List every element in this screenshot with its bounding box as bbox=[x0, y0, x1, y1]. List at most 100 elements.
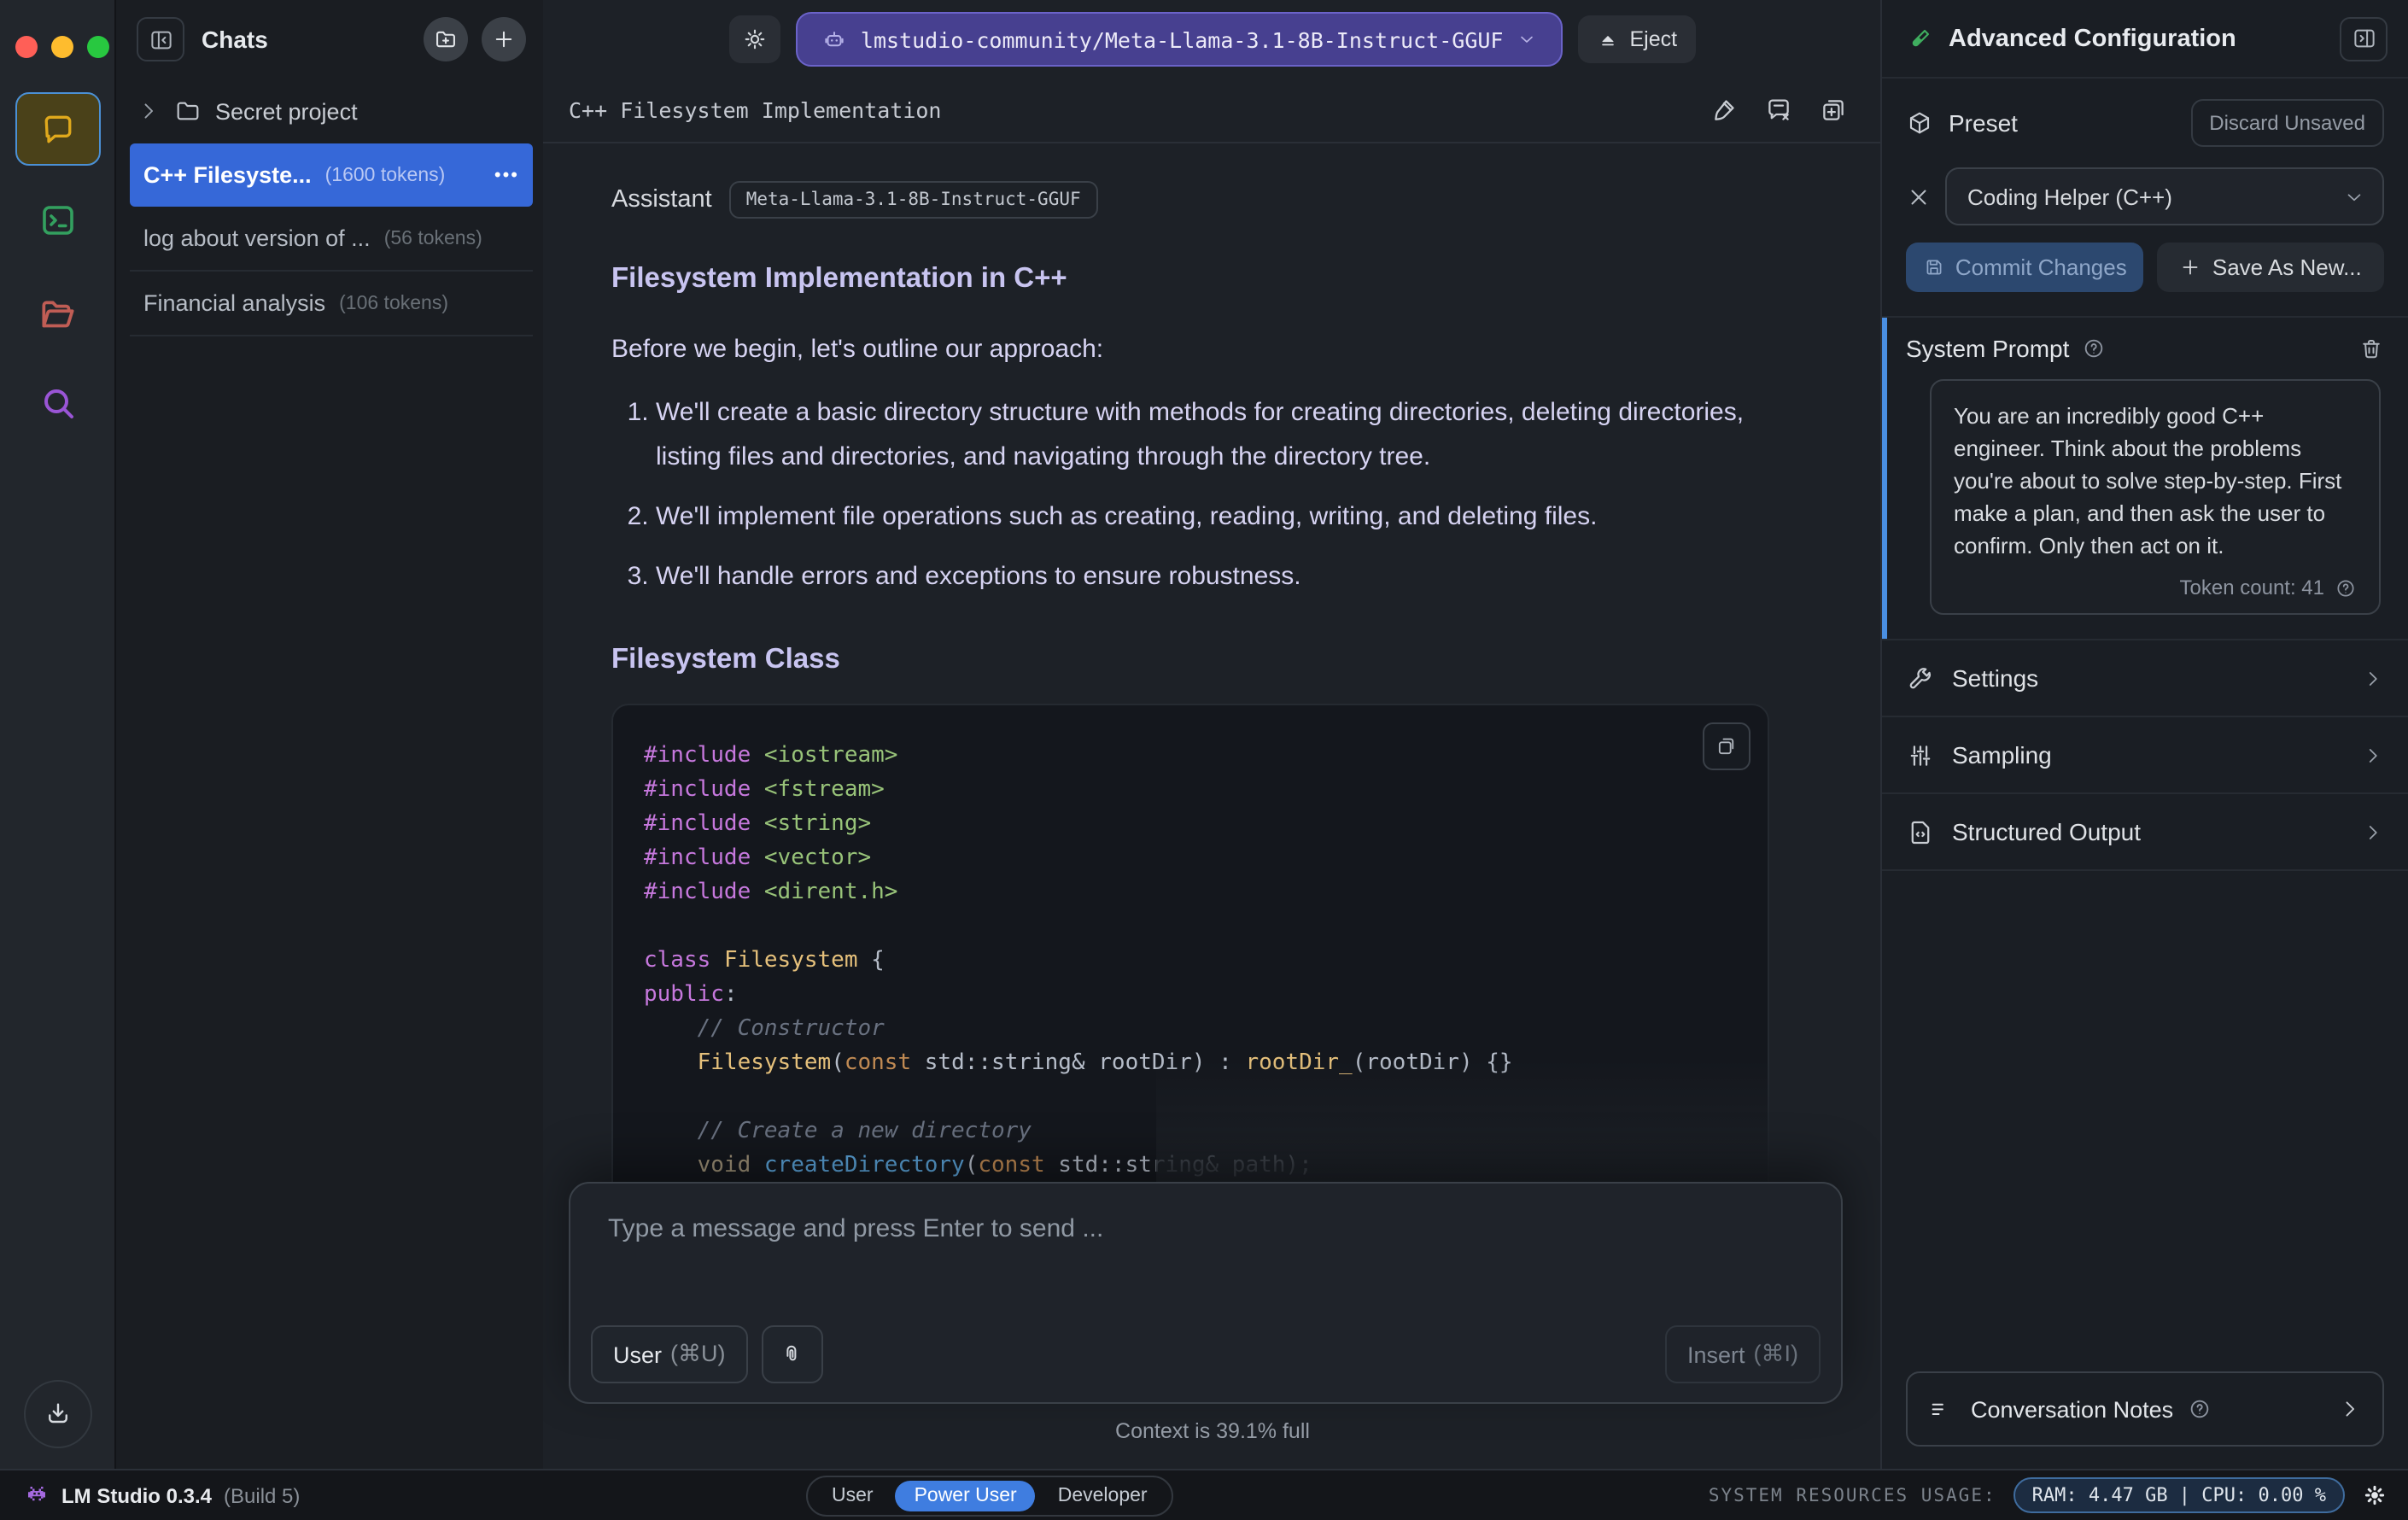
save-as-new-label: Save As New... bbox=[2212, 254, 2362, 280]
section-sampling[interactable]: Sampling bbox=[1882, 717, 2408, 794]
prompt-format-icon[interactable] bbox=[1710, 96, 1739, 125]
assistant-role-label: Assistant bbox=[611, 186, 712, 213]
chevron-right-icon bbox=[2346, 1401, 2355, 1417]
rail-item-discover[interactable] bbox=[37, 383, 78, 424]
mode-power-user[interactable]: Power User bbox=[895, 1480, 1036, 1511]
chats-panel: Chats Secret project C++ Filesyste... (1… bbox=[116, 0, 545, 1470]
message-heading-2: Filesystem Class bbox=[611, 644, 840, 675]
help-icon[interactable] bbox=[2335, 576, 2357, 599]
loaded-model-selector[interactable]: lmstudio-community/Meta-Llama-3.1-8B-Ins… bbox=[795, 12, 1563, 67]
gear-icon bbox=[745, 29, 765, 50]
section-settings[interactable]: Settings bbox=[1882, 640, 2408, 717]
copy-icon bbox=[1718, 738, 1734, 755]
save-as-new-button[interactable]: Save As New... bbox=[2157, 243, 2384, 292]
sliders-icon bbox=[1910, 745, 1931, 765]
rail-item-chat[interactable] bbox=[15, 92, 100, 166]
panel-title: Advanced Configuration bbox=[1949, 25, 2236, 52]
new-folder-button[interactable] bbox=[424, 17, 468, 61]
rail-item-developer[interactable] bbox=[37, 200, 78, 241]
message-heading-1: Filesystem Implementation in C++ bbox=[611, 263, 1067, 294]
advanced-configuration-panel: Advanced Configuration Preset Discard Un… bbox=[1880, 0, 2408, 1470]
code-content: #include <iostream> #include <fstream> #in… bbox=[644, 743, 1513, 1178]
attach-file-button[interactable] bbox=[761, 1325, 823, 1383]
mode-user[interactable]: User bbox=[813, 1480, 892, 1511]
panel-header: Advanced Configuration bbox=[1882, 0, 2408, 79]
section-label: Settings bbox=[1952, 664, 2039, 692]
close-window-button[interactable] bbox=[15, 36, 38, 58]
robot-icon bbox=[825, 31, 844, 46]
list-item: We'll handle errors and exceptions to en… bbox=[656, 555, 1769, 599]
collapse-sidebar-button[interactable] bbox=[137, 17, 184, 61]
section-structured-output[interactable]: Structured Output bbox=[1882, 794, 2408, 871]
chats-panel-title: Chats bbox=[202, 26, 268, 53]
divider bbox=[130, 335, 533, 336]
chat-list-item-selected[interactable]: C++ Filesyste... (1600 tokens) ••• bbox=[130, 143, 533, 207]
chat-token-count: (1600 tokens) bbox=[324, 165, 446, 185]
wrench-icon bbox=[1909, 667, 1931, 688]
mode-developer[interactable]: Developer bbox=[1039, 1480, 1166, 1511]
insert-label: Insert bbox=[1686, 1342, 1745, 1367]
chat-list-item[interactable]: log about version of ... (56 tokens) bbox=[130, 207, 533, 270]
system-prompt-label: System Prompt bbox=[1906, 335, 2070, 362]
copy-code-button[interactable] bbox=[1703, 722, 1750, 770]
conversation-notes-button[interactable]: Conversation Notes bbox=[1906, 1371, 2384, 1447]
file-code-icon bbox=[1911, 820, 1930, 844]
token-count: Token count: 41 bbox=[2179, 576, 2324, 599]
commit-changes-button[interactable]: Commit Changes bbox=[1906, 243, 2144, 292]
eject-label: Eject bbox=[1629, 27, 1678, 51]
chat-title: Financial analysis bbox=[143, 290, 326, 316]
preset-dropdown[interactable]: Coding Helper (C++) bbox=[1945, 167, 2384, 225]
chat-options-menu[interactable]: ••• bbox=[494, 165, 519, 185]
trash-icon[interactable] bbox=[2358, 336, 2384, 361]
eject-model-button[interactable]: Eject bbox=[1578, 15, 1697, 63]
main-chat-area: lmstudio-community/Meta-Llama-3.1-8B-Ins… bbox=[543, 0, 1882, 1470]
app-version: LM Studio 0.3.4 bbox=[61, 1483, 213, 1507]
clear-conversation-icon[interactable] bbox=[1764, 96, 1793, 125]
preset-row: Preset Discard Unsaved bbox=[1906, 99, 2384, 147]
model-name: lmstudio-community/Meta-Llama-3.1-8B-Ins… bbox=[860, 26, 1504, 52]
chevron-right-icon bbox=[2369, 748, 2377, 762]
open-folder-icon bbox=[41, 301, 73, 328]
message-composer[interactable]: Type a message and press Enter to send .… bbox=[569, 1182, 1843, 1404]
minimize-window-button[interactable] bbox=[51, 36, 73, 58]
panel-left-icon bbox=[150, 30, 171, 49]
model-toolbar: lmstudio-community/Meta-Llama-3.1-8B-Ins… bbox=[543, 0, 1882, 79]
chat-title: log about version of ... bbox=[143, 225, 371, 251]
rail-item-my-models[interactable] bbox=[36, 294, 79, 336]
message-numbered-list: We'll create a basic directory structure… bbox=[611, 391, 1769, 599]
panel-right-icon bbox=[2353, 29, 2374, 48]
insert-button[interactable]: Insert (⌘I) bbox=[1664, 1325, 1821, 1383]
chevron-right-icon bbox=[2369, 671, 2377, 685]
list-item: We'll implement file operations such as … bbox=[656, 495, 1769, 540]
rail-item-downloads[interactable] bbox=[23, 1380, 91, 1448]
preset-select-row: Coding Helper (C++) bbox=[1906, 167, 2384, 225]
system-prompt-text: You are an incredibly good C++ engineer.… bbox=[1954, 403, 2342, 558]
model-settings-button[interactable] bbox=[728, 15, 780, 63]
help-icon[interactable] bbox=[2081, 336, 2105, 360]
window-controls bbox=[15, 36, 109, 58]
chat-list: C++ Filesyste... (1600 tokens) ••• log a… bbox=[116, 143, 543, 336]
clear-preset-icon[interactable] bbox=[1906, 184, 1932, 209]
list-item: We'll create a basic directory structure… bbox=[656, 391, 1769, 480]
commit-changes-label: Commit Changes bbox=[1955, 254, 2127, 280]
chat-header: C++ Filesystem Implementation bbox=[543, 79, 1882, 143]
folder-icon bbox=[177, 102, 199, 120]
new-chat-button[interactable] bbox=[482, 17, 526, 61]
message-input[interactable]: Type a message and press Enter to send .… bbox=[570, 1184, 1841, 1243]
package-icon bbox=[1909, 112, 1930, 134]
role-toggle-button[interactable]: User (⌘U) bbox=[591, 1325, 748, 1383]
zoom-window-button[interactable] bbox=[87, 36, 109, 58]
chat-list-item[interactable]: Financial analysis (106 tokens) bbox=[130, 272, 533, 335]
chevron-down-icon bbox=[1521, 36, 1534, 43]
duplicate-chat-icon[interactable] bbox=[1819, 96, 1848, 125]
conversation-notes-label: Conversation Notes bbox=[1971, 1396, 2174, 1422]
search-icon bbox=[44, 389, 73, 418]
resource-usage-badge[interactable]: RAM: 4.47 GB | CPU: 0.00 % bbox=[2013, 1477, 2345, 1513]
chat-folder-secret-project[interactable]: Secret project bbox=[116, 85, 543, 137]
collapse-panel-button[interactable] bbox=[2340, 16, 2388, 61]
discard-unsaved-button[interactable]: Discard Unsaved bbox=[2190, 99, 2384, 147]
plus-icon bbox=[495, 31, 512, 48]
system-prompt-editor[interactable]: You are an incredibly good C++ engineer.… bbox=[1930, 379, 2381, 615]
settings-gear-icon[interactable] bbox=[2362, 1482, 2388, 1508]
resources-label: SYSTEM RESOURCES USAGE: bbox=[1708, 1485, 1996, 1505]
